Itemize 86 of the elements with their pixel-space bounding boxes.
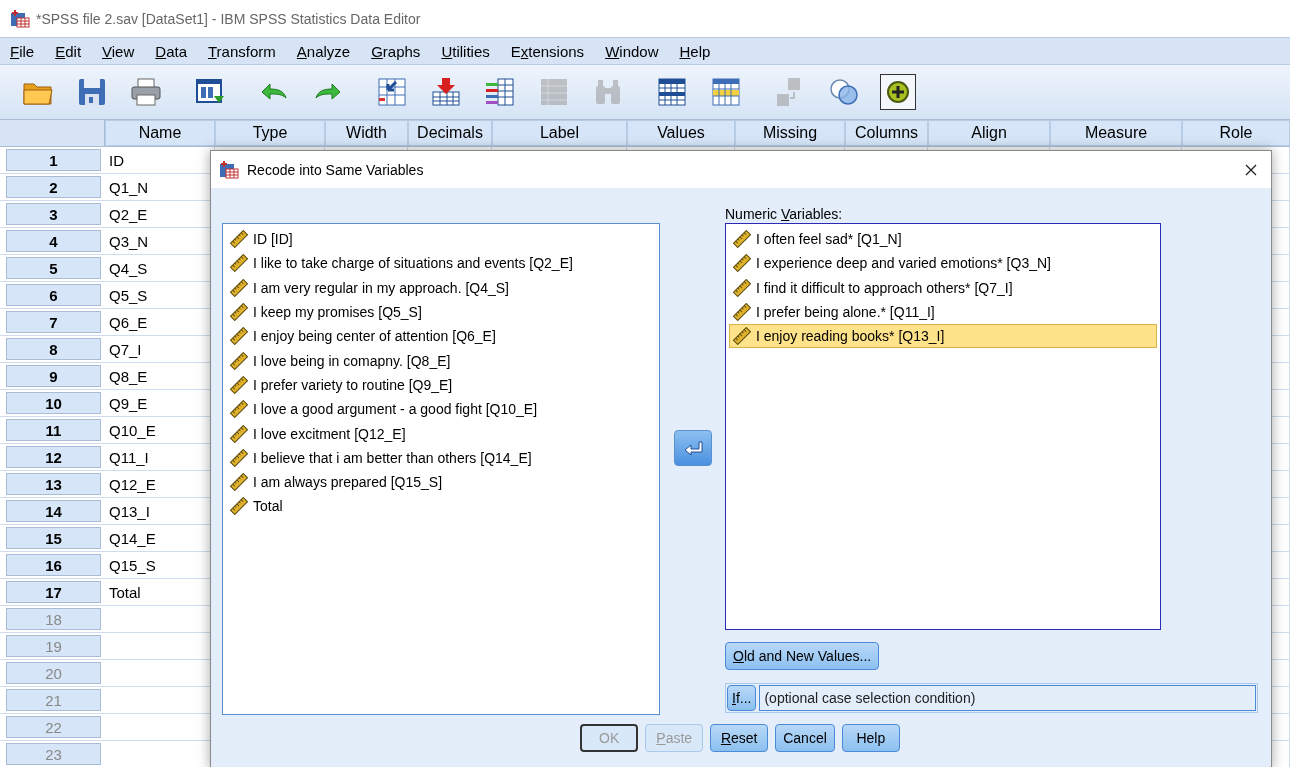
print-icon[interactable] [131,78,161,106]
app-icon [10,9,30,28]
list-item[interactable]: Total [226,494,656,519]
list-item[interactable]: I believe that i am better than others [Q14_E] [226,445,656,470]
menu-item[interactable]: File [0,42,46,60]
row-number[interactable]: 11 [6,419,101,441]
column-header[interactable]: Type [215,120,325,146]
left-arrow-icon[interactable] [682,440,703,456]
save-icon[interactable] [79,79,105,105]
condition-field[interactable]: (optional case selection condition) [759,685,1256,711]
list-item[interactable]: I prefer variety to routine [Q9_E] [226,372,656,398]
dialog-title: Recode into Same Variables [247,161,425,178]
list-item[interactable]: ID [ID] [226,227,656,252]
list-item[interactable]: I am always prepared [Q15_S] [226,469,656,495]
column-header[interactable]: Decimals [408,120,492,146]
list-label: Numeric Variables: [725,206,844,223]
row-number[interactable]: 6 [6,284,101,306]
row-number[interactable]: 5 [6,257,101,279]
row-number[interactable]: 3 [6,203,101,225]
row-number[interactable]: 12 [6,446,101,468]
list-item[interactable]: I love being in comapny. [Q8_E] [226,348,656,373]
if-button[interactable]: If... [727,685,757,711]
row-number[interactable]: 4 [6,230,101,252]
table-bars-icon[interactable] [486,78,514,106]
folder-icon[interactable] [23,83,53,105]
dialog-button[interactable]: Help [841,724,900,752]
list-item[interactable]: I enjoy reading books* [Q13_I] [729,324,1157,349]
column-header[interactable]: Values [627,120,735,146]
list-item[interactable]: I prefer being alone.* [Q11_I] [729,299,1157,325]
menu-item[interactable]: Help [669,42,722,60]
circles-icon[interactable] [830,79,858,105]
list-item[interactable]: I am very regular in my approach. [Q4_S] [226,275,656,300]
menu-item[interactable]: Graphs [361,42,432,60]
menu-item[interactable]: Data [145,42,198,60]
menu-item[interactable]: Transform [198,42,287,60]
ruler-icon [733,303,751,321]
row-number[interactable]: 2 [6,176,101,198]
column-header[interactable]: Measure [1050,120,1182,146]
list-item[interactable]: I often feel sad* [Q1_N] [729,226,1157,252]
table-icon[interactable] [712,78,740,106]
menu-item[interactable]: Edit [45,42,93,60]
row-number[interactable]: 8 [6,338,101,360]
row-number[interactable]: 9 [6,365,101,387]
ruler-icon [733,327,751,346]
app-icon [219,160,239,179]
table-down-arrow-icon[interactable] [432,78,460,106]
row-number[interactable]: 16 [6,554,101,576]
row-number[interactable]: 7 [6,311,101,333]
column-header[interactable]: Columns [845,120,928,146]
window-title: *SPSS file 2.sav [DataSet1] - IBM SPSS Statistics Data Editor [36,10,421,27]
menu-item[interactable]: Analyze [286,42,362,60]
list-item[interactable]: I experience deep and varied emotions* [Q3_N] [729,251,1157,276]
column-header[interactable]: Name [105,120,215,146]
dialog-button[interactable]: Cancel [775,724,835,752]
close-icon[interactable] [1245,164,1257,176]
column-header[interactable]: Role [1182,120,1290,146]
list-item[interactable]: I love excitment [Q12_E] [226,421,656,446]
list-item[interactable]: I keep my promises [Q5_S] [226,299,656,325]
menu-item[interactable]: Window [595,42,670,60]
column-header[interactable]: Width [325,120,408,146]
column-header[interactable]: Align [928,120,1050,146]
table-icon[interactable] [658,78,686,106]
variable-list[interactable]: I often feel sad* [Q1_N] I experience deep and varied emotions* [Q3_N] I find it difficult to approach others* [Q7_I] I prefer being alone.* [Q11_I] I enjoy reading books* [Q13_I] [725,222,1161,631]
plus-circle-icon[interactable] [887,81,909,103]
list-item[interactable]: I find it difficult to approach others* [Q7_I] [729,275,1157,300]
row-number[interactable]: 1 [6,149,101,171]
undo-icon[interactable] [261,83,287,100]
dialog-button[interactable]: Reset [710,724,769,752]
column-header[interactable]: Missing [735,120,845,146]
column-header[interactable]: Label [492,120,627,146]
old-and-new-values-button[interactable]: Old and New Values... [725,642,880,671]
menu-item[interactable]: View [92,42,146,60]
row-number[interactable]: 14 [6,500,101,522]
row-number[interactable]: 13 [6,473,101,495]
row-number[interactable]: 17 [6,581,101,603]
list-item[interactable]: I enjoy being center of attention [Q6_E] [226,324,656,349]
row-number[interactable]: 10 [6,392,101,414]
variable-list[interactable] [222,223,660,715]
list-item[interactable]: I like to take charge of situations and events [Q2_E] [226,251,656,276]
move-button[interactable] [673,430,712,466]
table-arrow-icon[interactable] [378,78,406,106]
row-number[interactable]: 15 [6,527,101,549]
redo-icon[interactable] [315,83,341,100]
menu-item[interactable]: Utilities [431,42,501,60]
list-item[interactable]: I love a good argument - a good fight [Q10_E] [226,397,656,422]
menu-item[interactable]: Extensions [500,42,596,60]
